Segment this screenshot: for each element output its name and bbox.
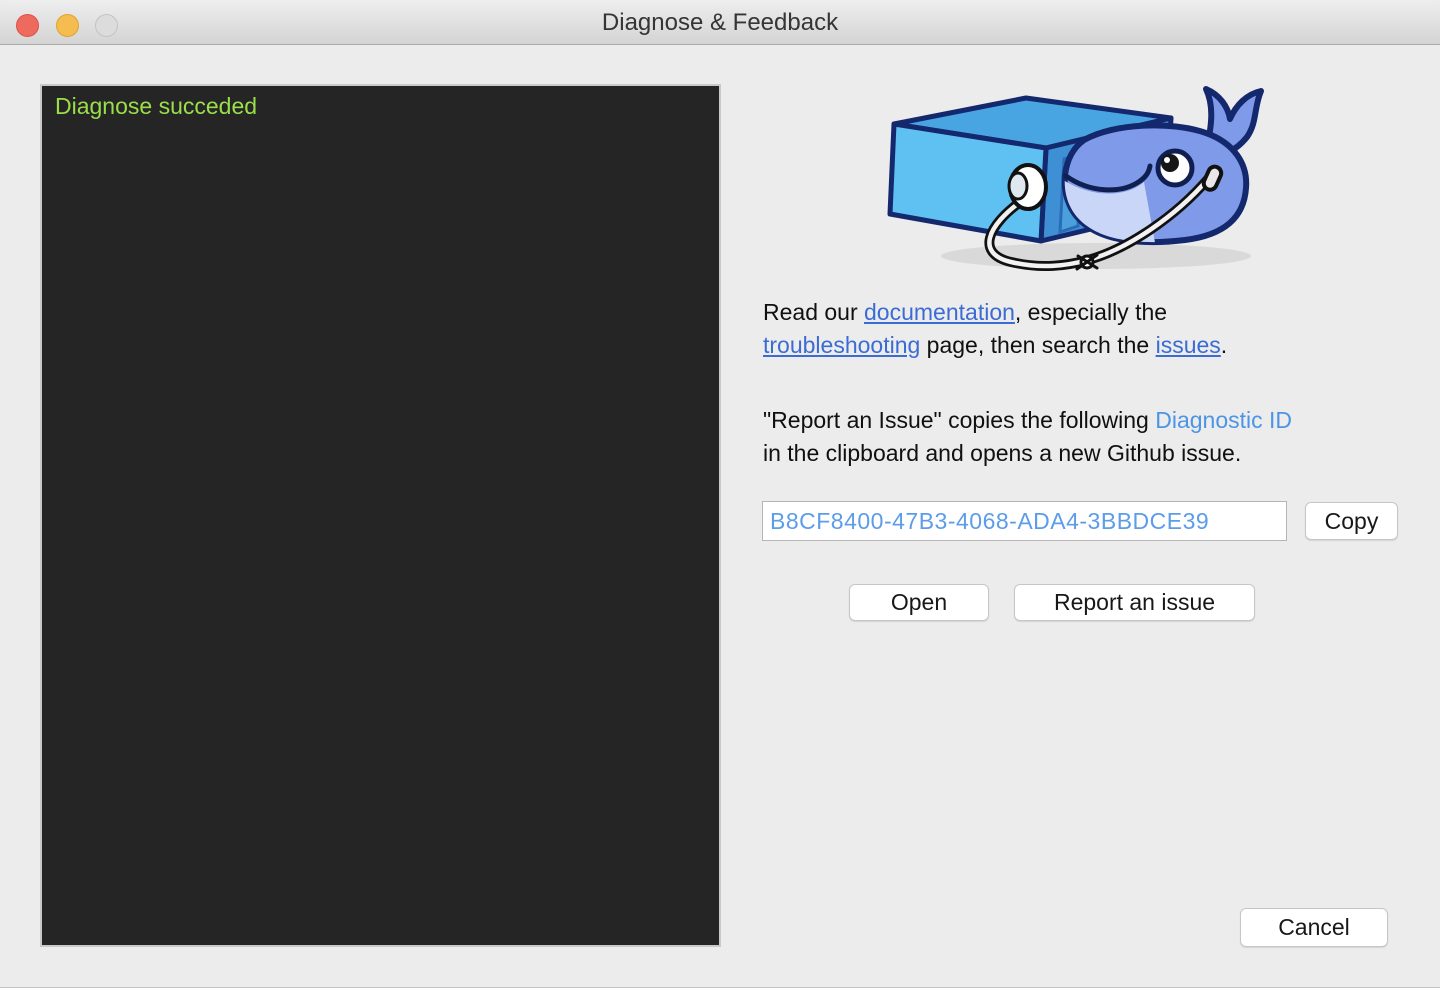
- open-button[interactable]: Open: [849, 584, 989, 621]
- cancel-button[interactable]: Cancel: [1240, 908, 1388, 947]
- intro-text: , especially the: [1015, 299, 1167, 325]
- troubleshooting-link[interactable]: troubleshooting: [763, 332, 920, 358]
- report-info-text: in the clipboard and opens a new Github …: [763, 440, 1241, 466]
- diagnostic-log-text: Diagnose succeded: [55, 93, 257, 119]
- intro-paragraph: Read our documentation, especially the t…: [763, 296, 1227, 362]
- intro-text: page, then search the: [920, 332, 1155, 358]
- documentation-link[interactable]: documentation: [864, 299, 1015, 325]
- report-info-paragraph: "Report an Issue" copies the following D…: [763, 404, 1292, 470]
- report-info-text: "Report an Issue" copies the following: [763, 407, 1155, 433]
- intro-text: Read our: [763, 299, 864, 325]
- intro-text: .: [1221, 332, 1227, 358]
- docker-whale-illustration-icon: [876, 76, 1276, 276]
- diagnostic-id-input[interactable]: [762, 501, 1287, 541]
- report-an-issue-button[interactable]: Report an issue: [1014, 584, 1255, 621]
- copy-button[interactable]: Copy: [1305, 502, 1398, 540]
- diagnostic-id-label: Diagnostic ID: [1155, 407, 1292, 433]
- window-title: Diagnose & Feedback: [0, 0, 1440, 45]
- titlebar: Diagnose & Feedback: [0, 0, 1440, 45]
- issues-link[interactable]: issues: [1156, 332, 1221, 358]
- diagnostic-log-area[interactable]: Diagnose succeded: [40, 84, 721, 947]
